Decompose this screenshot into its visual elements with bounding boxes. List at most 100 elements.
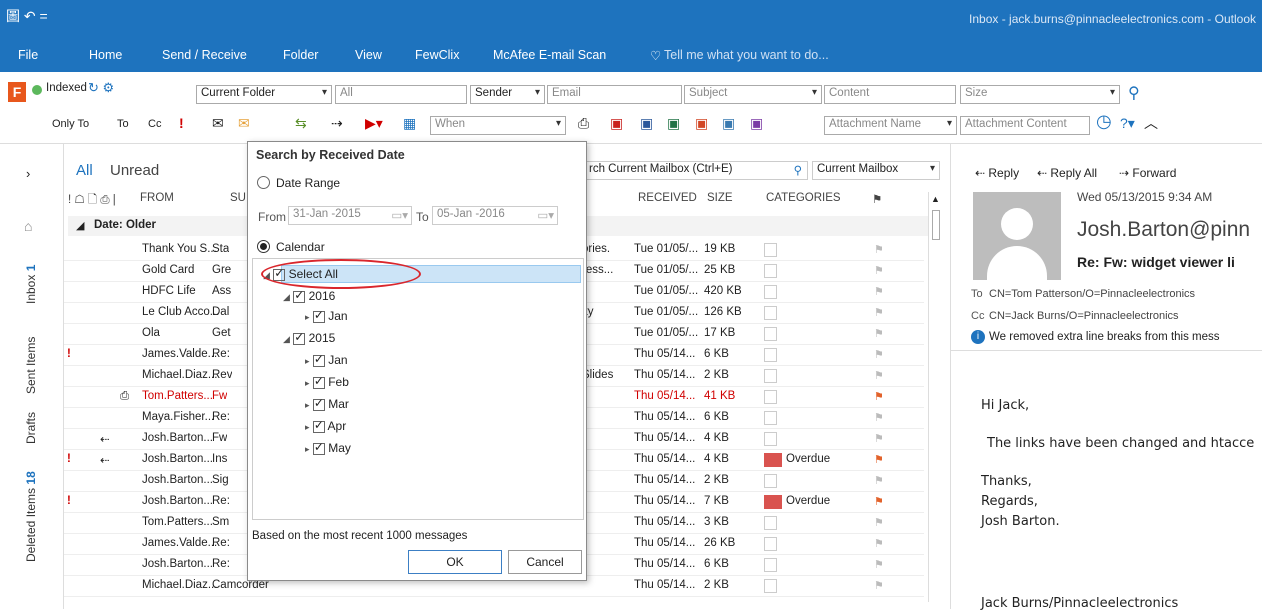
read-mail-icon[interactable]: ✉ bbox=[212, 114, 224, 132]
tree-2015-may[interactable]: ▸ May bbox=[305, 440, 351, 455]
flag-icon[interactable]: ⚑ bbox=[874, 285, 884, 298]
excel-icon[interactable]: ▣ bbox=[667, 114, 680, 132]
to-recipient[interactable]: CN=Tom Patterson/O=Pinnacleelectronics bbox=[989, 288, 1195, 300]
forward-button[interactable]: ⇢ Forward bbox=[1119, 166, 1176, 180]
cancel-button[interactable]: Cancel bbox=[508, 550, 582, 574]
category-swatch[interactable] bbox=[764, 558, 777, 572]
column-received[interactable]: RECEIVED bbox=[638, 192, 697, 210]
cc-option[interactable]: Cc bbox=[148, 118, 161, 130]
tab-fewclix[interactable]: FewClix bbox=[415, 48, 459, 62]
folder-deleted-items[interactable]: Deleted Items 18 bbox=[24, 471, 38, 562]
scope-select[interactable]: Current Folder bbox=[196, 85, 332, 104]
date-range-label[interactable]: Date Range bbox=[276, 176, 340, 190]
refresh-icon[interactable]: ↻ ⚙ bbox=[88, 80, 114, 96]
category-swatch[interactable] bbox=[764, 579, 777, 593]
sender-name[interactable]: Josh.Barton@pinn bbox=[1077, 218, 1250, 242]
list-scrollbar[interactable]: ▲ bbox=[928, 192, 942, 602]
column-size[interactable]: SIZE bbox=[707, 192, 733, 210]
flag-icon[interactable]: ⚑ bbox=[874, 390, 884, 403]
collapse-icon[interactable]: ︿ bbox=[1144, 114, 1158, 132]
tab-folder[interactable]: Folder bbox=[283, 48, 318, 62]
flag-icon[interactable]: ⚑ bbox=[874, 516, 884, 529]
flag-icon[interactable]: ⚑ bbox=[874, 495, 884, 508]
flag-icon[interactable]: ⚑ bbox=[874, 474, 884, 487]
tab-view[interactable]: View bbox=[355, 48, 382, 62]
expand-nav-icon[interactable]: › bbox=[26, 166, 30, 181]
calendar-icon[interactable]: ▦ bbox=[403, 114, 416, 132]
category-swatch[interactable] bbox=[764, 327, 777, 341]
tab-file[interactable]: File bbox=[18, 48, 38, 62]
filter-all[interactable]: All bbox=[76, 162, 93, 179]
category-swatch[interactable] bbox=[764, 411, 777, 425]
clock-icon[interactable]: ◷ bbox=[1096, 112, 1112, 130]
flag-icon[interactable]: ▶▾ bbox=[365, 114, 383, 132]
mailbox-search-input[interactable]: rch Current Mailbox (Ctrl+E) ⚲ bbox=[584, 161, 808, 180]
search-icon[interactable]: ⚲ bbox=[1128, 85, 1140, 103]
flag-icon[interactable]: ⚑ bbox=[874, 453, 884, 466]
scroll-up-icon[interactable]: ▲ bbox=[931, 194, 940, 204]
unread-mail-icon[interactable]: ✉ bbox=[238, 114, 250, 132]
flag-icon[interactable]: ⚑ bbox=[874, 411, 884, 424]
quick-access-toolbar[interactable]: 圖 ↶ = bbox=[6, 6, 48, 26]
reply-all-button[interactable]: ⇠ Reply All bbox=[1037, 166, 1097, 180]
tree-2016-jan[interactable]: ▸ Jan bbox=[305, 308, 348, 323]
mailbox-scope-select[interactable]: Current Mailbox bbox=[812, 161, 940, 180]
to-option[interactable]: To bbox=[117, 118, 129, 130]
tree-2015-feb[interactable]: ▸ Feb bbox=[305, 374, 349, 389]
category-swatch[interactable] bbox=[764, 285, 777, 299]
size-select[interactable]: Size bbox=[960, 85, 1120, 104]
calendar-label[interactable]: Calendar bbox=[276, 240, 325, 254]
tab-send-receive[interactable]: Send / Receive bbox=[162, 48, 247, 62]
pin-icon[interactable]: ⌂ bbox=[24, 218, 32, 234]
from-date-picker[interactable]: 31-Jan -2015 ▭▾ bbox=[288, 206, 412, 225]
column-flag[interactable]: ⚑ bbox=[872, 192, 882, 210]
attachment-icon[interactable]: ⎙ bbox=[578, 114, 589, 132]
category-swatch[interactable] bbox=[764, 348, 777, 362]
flag-icon[interactable]: ⚑ bbox=[874, 264, 884, 277]
cc-recipient[interactable]: CN=Jack Burns/O=Pinnacleelectronics bbox=[989, 310, 1179, 322]
tell-me-box[interactable]: Tell me what you want to do... bbox=[664, 48, 829, 62]
category-swatch[interactable] bbox=[764, 453, 782, 467]
collapse-group-icon[interactable]: ◢ bbox=[76, 219, 84, 232]
to-date-picker[interactable]: 05-Jan -2016 ▭▾ bbox=[432, 206, 558, 225]
category-swatch[interactable] bbox=[764, 306, 777, 320]
category-swatch[interactable] bbox=[764, 432, 777, 446]
attachment-content-field[interactable]: Attachment Content bbox=[960, 116, 1090, 135]
flag-icon[interactable]: ⚑ bbox=[874, 348, 884, 361]
importance-icon[interactable]: ! bbox=[179, 114, 184, 132]
tree-2015-mar[interactable]: ▸ Mar bbox=[305, 396, 349, 411]
category-swatch[interactable] bbox=[764, 474, 777, 488]
flag-icon[interactable]: ⚑ bbox=[874, 537, 884, 550]
column-categories[interactable]: CATEGORIES bbox=[766, 192, 841, 210]
folder-inbox[interactable]: Inbox 1 bbox=[24, 265, 38, 304]
scroll-thumb[interactable] bbox=[932, 210, 940, 240]
all-field[interactable]: All bbox=[335, 85, 467, 104]
flag-icon[interactable]: ⚑ bbox=[874, 243, 884, 256]
tab-mcafee[interactable]: McAfee E-mail Scan bbox=[493, 48, 606, 62]
category-swatch[interactable] bbox=[764, 516, 777, 530]
pdf-icon[interactable]: ▣ bbox=[610, 114, 623, 132]
reply-mail-icon[interactable]: ⇆ bbox=[295, 114, 307, 132]
word-icon[interactable]: ▣ bbox=[640, 114, 653, 132]
category-swatch[interactable] bbox=[764, 537, 777, 551]
filter-unread[interactable]: Unread bbox=[110, 162, 159, 179]
reply-button[interactable]: ⇠ Reply bbox=[975, 166, 1019, 180]
category-swatch[interactable] bbox=[764, 369, 777, 383]
category-swatch[interactable] bbox=[764, 264, 777, 278]
info-message[interactable]: We removed extra line breaks from this m… bbox=[989, 331, 1220, 343]
folder-drafts[interactable]: Drafts bbox=[24, 412, 38, 444]
calendar-radio[interactable] bbox=[257, 240, 270, 253]
ok-button[interactable]: OK bbox=[408, 550, 502, 574]
date-range-radio[interactable] bbox=[257, 176, 270, 189]
when-select[interactable]: When bbox=[430, 116, 566, 135]
flag-icon[interactable]: ⚑ bbox=[874, 369, 884, 382]
forward-mail-icon[interactable]: ⇢ bbox=[331, 114, 343, 132]
help-icon[interactable]: ?▾ bbox=[1120, 114, 1135, 132]
tree-2015-jan[interactable]: ▸ Jan bbox=[305, 352, 348, 367]
column-icons[interactable]: ! ☖ 🗋 ⎙ | bbox=[68, 192, 116, 210]
folder-sent-items[interactable]: Sent Items bbox=[24, 337, 38, 394]
subject-select[interactable]: Subject bbox=[684, 85, 822, 104]
column-from[interactable]: FROM bbox=[140, 192, 174, 210]
email-field[interactable]: Email bbox=[547, 85, 682, 104]
tree-year-2015[interactable]: ◢ 2015 bbox=[283, 330, 335, 345]
